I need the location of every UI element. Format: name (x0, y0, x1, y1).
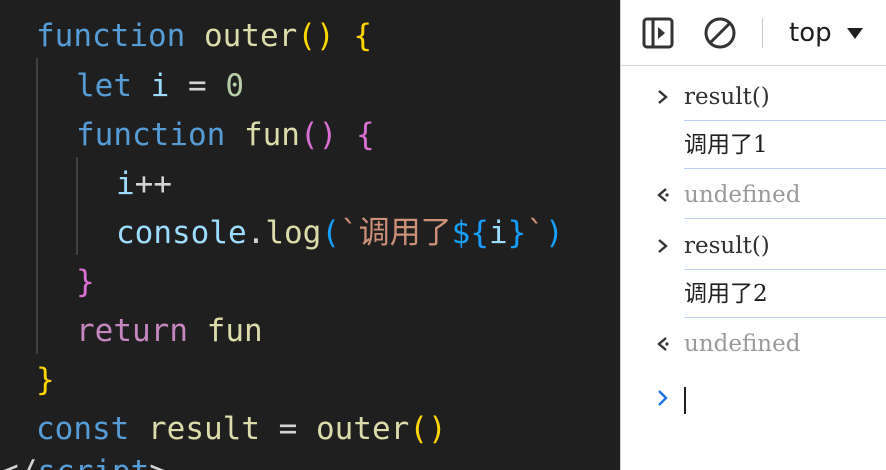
triangle-down-icon[interactable] (847, 28, 863, 39)
code-token: . (246, 215, 266, 251)
code-token: ( (321, 215, 340, 251)
code-line-10: </script> (0, 452, 168, 470)
context-label: top (789, 18, 832, 48)
code-token: i (150, 68, 170, 104)
console-message-log: 调用了2 (621, 270, 886, 318)
code-token: function (76, 117, 226, 153)
code-token: { (355, 117, 375, 153)
code-line-1: function outer() { (36, 16, 372, 56)
devtools-console: top result() 调用了1 undefined result() 调用了… (620, 0, 886, 470)
code-token: () (297, 18, 335, 54)
code-token: ` (526, 215, 546, 251)
code-line-3: function fun() { (76, 115, 375, 155)
code-token: } (36, 362, 55, 398)
console-input-caret[interactable] (684, 387, 686, 414)
code-line-2: let i = 0 (76, 66, 244, 106)
message-separator (684, 218, 886, 219)
console-result-text: undefined (684, 331, 801, 357)
console-log-text: 调用了2 (684, 281, 768, 307)
code-token: () (409, 411, 447, 447)
code-token: let (76, 68, 132, 104)
toolbar-divider (762, 18, 763, 48)
code-token: console (116, 215, 247, 251)
code-token: function (36, 18, 186, 54)
indent-guide (36, 58, 38, 354)
code-token: log (265, 215, 322, 251)
code-token: outer (315, 411, 410, 447)
code-token: ) (545, 215, 564, 251)
code-token: i (489, 215, 508, 251)
console-input-text[interactable]: result() (684, 81, 770, 113)
code-line-4: i++ (116, 164, 172, 204)
console-message-result: undefined (621, 171, 886, 219)
code-token: () (299, 117, 338, 153)
console-result-text: undefined (684, 182, 801, 208)
console-message-command: result() (621, 73, 886, 121)
code-token: return (76, 313, 188, 349)
code-line-8: } (36, 360, 55, 400)
return-arrow-icon (657, 337, 669, 351)
code-token: 0 (225, 68, 245, 104)
console-message-command: result() (621, 222, 886, 270)
indent-guide (76, 157, 78, 255)
code-editor[interactable]: function outer() { let i = 0 function fu… (0, 0, 620, 470)
return-arrow-icon (657, 188, 669, 202)
code-token: result (148, 411, 260, 447)
code-token: ${ (451, 215, 489, 251)
code-token: = (259, 411, 316, 447)
chevron-right-icon (658, 390, 668, 406)
console-message-log: 调用了1 (621, 121, 886, 169)
code-token: </ (0, 454, 37, 470)
console-toolbar: top (621, 0, 886, 66)
code-token: i (116, 166, 135, 202)
message-separator (684, 317, 886, 318)
code-token: > (149, 454, 168, 470)
code-token: fun (206, 313, 263, 349)
console-input-text[interactable]: result() (684, 230, 770, 262)
chevron-right-icon (658, 90, 668, 104)
context-selector[interactable]: top (789, 14, 832, 52)
console-log-text: 调用了1 (684, 132, 768, 158)
code-token: fun (243, 117, 300, 153)
code-line-7: return fun (76, 311, 263, 351)
code-token: const (36, 411, 130, 447)
code-token: `调用了 (340, 215, 452, 251)
code-token: } (76, 264, 95, 300)
code-token: script (37, 454, 149, 470)
code-token: outer (203, 18, 298, 54)
message-separator (684, 168, 886, 169)
chevron-right-icon (658, 239, 668, 253)
code-line-5: console.log(`调用了${i}`) (116, 213, 564, 253)
code-line-6: } (76, 262, 95, 302)
code-line-9: const result = outer() (36, 409, 447, 449)
code-token: = (169, 68, 226, 104)
code-token: } (507, 215, 527, 251)
code-token: ++ (134, 166, 172, 202)
console-message-result: undefined (621, 320, 886, 368)
clear-console-icon[interactable] (703, 16, 737, 50)
code-token: { (353, 18, 372, 54)
sidebar-toggle-icon[interactable] (641, 16, 675, 50)
